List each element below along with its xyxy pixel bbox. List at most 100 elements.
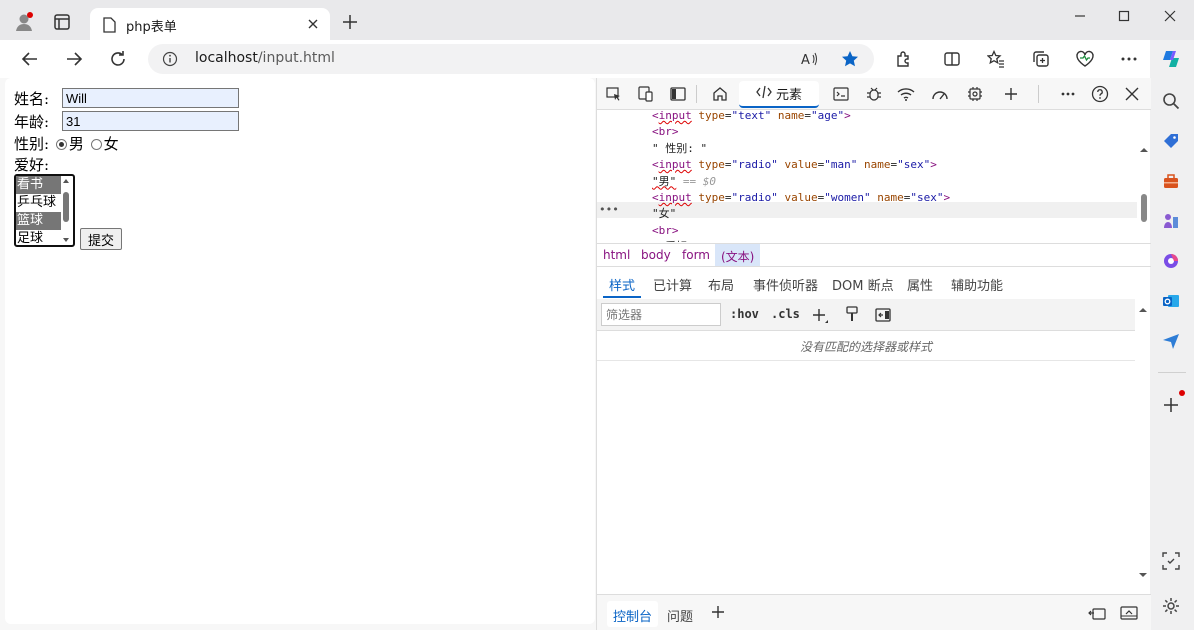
read-aloud-icon[interactable]: A bbox=[800, 49, 820, 69]
forward-icon[interactable] bbox=[61, 47, 87, 71]
address-bar-row: localhost/input.html A bbox=[0, 40, 1150, 78]
extensions-icon[interactable] bbox=[893, 48, 915, 70]
toggle-sidebar-icon[interactable] bbox=[875, 307, 891, 326]
close-icon[interactable] bbox=[304, 15, 322, 33]
microsoft-365-icon[interactable] bbox=[1160, 250, 1182, 272]
profile-icon[interactable] bbox=[12, 10, 36, 34]
browser-tab[interactable]: php表单 bbox=[90, 8, 330, 40]
tab-event-listeners[interactable]: 事件侦听器 bbox=[753, 275, 818, 294]
list-item[interactable]: 看书 bbox=[16, 176, 61, 194]
styles-scrollbar[interactable] bbox=[1135, 299, 1151, 589]
styles-filter-row: :hov .cls bbox=[597, 299, 1135, 331]
drawer-tab-console[interactable]: 控制台 bbox=[607, 601, 659, 627]
home-icon[interactable] bbox=[710, 84, 730, 104]
memory-chip-icon[interactable] bbox=[965, 84, 985, 104]
tab-styles[interactable]: 样式 bbox=[609, 275, 635, 294]
dom-node-line[interactable]: <input type="text" name="age"> bbox=[652, 110, 851, 124]
node-ellipsis-icon[interactable]: ••• bbox=[599, 203, 619, 216]
drawer-tabbar: 控制台 问题 bbox=[597, 594, 1151, 630]
bug-icon[interactable] bbox=[864, 84, 884, 104]
tab-computed[interactable]: 已计算 bbox=[653, 275, 692, 294]
tab-layout[interactable]: 布局 bbox=[708, 275, 734, 294]
list-item[interactable]: 篮球 bbox=[16, 212, 61, 230]
settings-gear-icon[interactable] bbox=[1160, 595, 1182, 617]
plus-icon[interactable] bbox=[338, 10, 362, 34]
tools-icon[interactable] bbox=[1160, 170, 1182, 192]
refresh-icon[interactable] bbox=[105, 47, 131, 71]
dom-node-line[interactable]: <input type="radio" value="women" name="… bbox=[652, 190, 950, 206]
svg-text:A: A bbox=[801, 53, 810, 67]
breadcrumb-item[interactable]: form bbox=[682, 248, 710, 262]
dock-drawer-icon[interactable] bbox=[1088, 605, 1106, 625]
url-bar[interactable]: localhost/input.html A bbox=[148, 44, 874, 74]
list-item[interactable]: 足球 bbox=[16, 230, 61, 245]
games-icon[interactable] bbox=[1160, 210, 1182, 232]
cls-toggle[interactable]: .cls bbox=[771, 307, 800, 321]
breadcrumb-item[interactable]: (文本) bbox=[715, 244, 761, 266]
close-window-icon[interactable] bbox=[1152, 4, 1188, 28]
dock-side-icon[interactable] bbox=[668, 84, 688, 104]
dom-node-line[interactable]: "男" == $0 bbox=[652, 174, 716, 190]
help-icon[interactable] bbox=[1090, 84, 1110, 104]
search-icon[interactable] bbox=[1160, 90, 1182, 112]
list-item[interactable]: 乒乓球 bbox=[16, 194, 61, 212]
device-toggle-icon[interactable] bbox=[636, 84, 656, 104]
add-panel-plus-icon[interactable] bbox=[1001, 84, 1021, 104]
dom-node-line[interactable]: <input type="radio" value="man" name="se… bbox=[652, 157, 937, 173]
shopping-tag-icon[interactable] bbox=[1160, 130, 1182, 152]
send-icon[interactable] bbox=[1160, 330, 1182, 352]
back-icon[interactable] bbox=[17, 47, 43, 71]
minimize-icon[interactable] bbox=[1062, 4, 1098, 28]
breadcrumb-item[interactable]: body bbox=[641, 248, 671, 262]
screenshot-icon[interactable] bbox=[1160, 550, 1182, 572]
console-icon[interactable] bbox=[831, 84, 851, 104]
dom-node-line[interactable]: " 性别: " bbox=[652, 141, 707, 157]
tab-elements[interactable]: 元素 bbox=[739, 81, 819, 108]
edge-sidebar bbox=[1150, 40, 1194, 630]
dom-scrollbar[interactable] bbox=[1137, 142, 1151, 242]
copilot-icon[interactable] bbox=[1160, 48, 1182, 70]
tab-title: php表单 bbox=[126, 20, 177, 35]
tab-dom-breakpoints[interactable]: DOM 断点 bbox=[832, 275, 894, 294]
paint-brush-icon[interactable] bbox=[845, 306, 859, 326]
favorites-icon[interactable] bbox=[985, 48, 1007, 70]
new-style-rule-plus-icon[interactable] bbox=[811, 307, 829, 329]
dom-node-line[interactable]: <br> bbox=[652, 124, 679, 140]
close-devtools-icon[interactable] bbox=[1122, 84, 1142, 104]
tab-accessibility[interactable]: 辅助功能 bbox=[951, 275, 1003, 294]
more-options-icon[interactable] bbox=[1058, 84, 1078, 104]
hobby-select[interactable]: 看书 乒乓球 篮球 足球 bbox=[14, 174, 75, 247]
dom-node-line[interactable]: "女" bbox=[652, 206, 676, 222]
split-screen-icon[interactable] bbox=[941, 48, 963, 70]
maximize-icon[interactable] bbox=[1106, 4, 1142, 28]
hov-toggle[interactable]: :hov bbox=[730, 307, 759, 321]
breadcrumb: html body form (文本) bbox=[597, 243, 1151, 267]
styles-filter-input[interactable] bbox=[601, 303, 721, 326]
more-icon[interactable] bbox=[1118, 48, 1140, 70]
url-text: localhost/input.html bbox=[195, 50, 335, 66]
collections-icon[interactable] bbox=[1030, 48, 1052, 70]
age-input[interactable] bbox=[62, 111, 239, 131]
dom-node-line[interactable]: <br> bbox=[652, 223, 679, 239]
radio-woman[interactable] bbox=[90, 138, 102, 150]
tab-properties[interactable]: 属性 bbox=[907, 275, 933, 294]
drawer-tab-issues[interactable]: 问题 bbox=[667, 606, 693, 625]
favorite-star-icon[interactable] bbox=[840, 49, 860, 69]
drawer-toggle-icon[interactable] bbox=[1120, 605, 1138, 625]
list-scrollbar[interactable] bbox=[60, 176, 72, 245]
radio-man[interactable] bbox=[55, 138, 67, 150]
add-plus-icon[interactable] bbox=[1160, 390, 1185, 416]
browser-titlebar: php表单 bbox=[0, 0, 1194, 40]
drawer-add-plus-icon[interactable] bbox=[711, 605, 725, 623]
submit-button[interactable]: 提交 bbox=[80, 228, 122, 250]
info-icon[interactable] bbox=[162, 51, 178, 71]
performance-icon[interactable] bbox=[1074, 48, 1096, 70]
name-input[interactable] bbox=[62, 88, 239, 108]
inspect-icon[interactable] bbox=[604, 84, 624, 104]
performance-gauge-icon[interactable] bbox=[930, 84, 950, 104]
breadcrumb-item[interactable]: html bbox=[603, 248, 630, 262]
outlook-icon[interactable] bbox=[1160, 290, 1182, 312]
network-wifi-icon[interactable] bbox=[896, 84, 916, 104]
tab-actions-icon[interactable] bbox=[50, 10, 74, 34]
dom-node-line[interactable]: " 爱好: " bbox=[652, 239, 707, 242]
